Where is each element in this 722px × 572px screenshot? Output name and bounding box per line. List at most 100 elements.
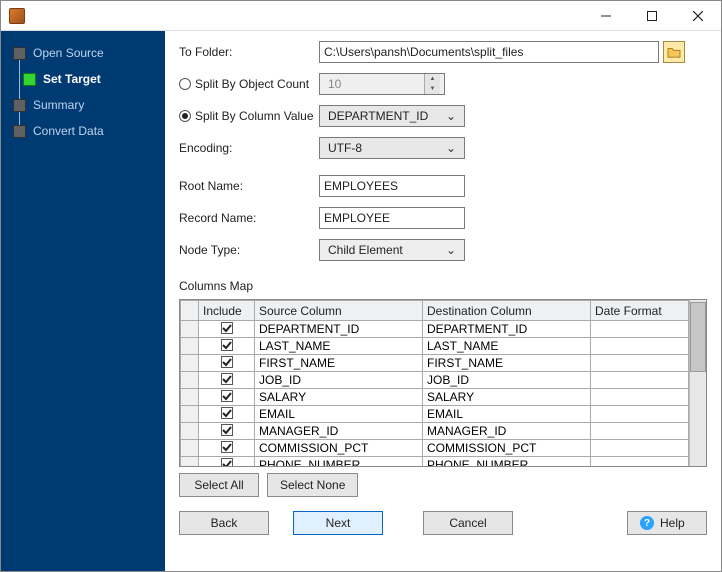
include-cell[interactable] <box>199 389 255 406</box>
node-type-select[interactable]: Child Element ⌄ <box>319 239 465 261</box>
dateformat-cell[interactable] <box>591 321 689 338</box>
source-cell[interactable]: EMAIL <box>255 406 423 423</box>
dest-cell[interactable]: COMMISSION_PCT <box>423 440 591 457</box>
dateformat-cell[interactable] <box>591 338 689 355</box>
wizard-step-convert-data[interactable]: Convert Data <box>1 119 165 143</box>
record-name-input[interactable] <box>319 207 465 229</box>
table-row[interactable]: DEPARTMENT_IDDEPARTMENT_ID <box>181 321 689 338</box>
folder-icon <box>667 46 681 58</box>
dest-cell[interactable]: MANAGER_ID <box>423 423 591 440</box>
encoding-select[interactable]: UTF-8 ⌄ <box>319 137 465 159</box>
dest-cell[interactable]: JOB_ID <box>423 372 591 389</box>
include-checkbox[interactable] <box>221 373 233 385</box>
include-cell[interactable] <box>199 338 255 355</box>
col-dest[interactable]: Destination Column <box>423 301 591 321</box>
maximize-button[interactable] <box>629 1 675 31</box>
spinner-up[interactable]: ▲ <box>425 74 440 84</box>
close-button[interactable] <box>675 1 721 31</box>
table-row[interactable]: FIRST_NAMEFIRST_NAME <box>181 355 689 372</box>
split-count-label: Split By Object Count <box>195 77 309 91</box>
source-cell[interactable]: PHONE_NUMBER <box>255 457 423 467</box>
radio-split-column[interactable] <box>179 110 191 122</box>
dest-cell[interactable]: LAST_NAME <box>423 338 591 355</box>
dateformat-cell[interactable] <box>591 355 689 372</box>
include-checkbox[interactable] <box>221 356 233 368</box>
row-header <box>181 321 199 338</box>
col-source[interactable]: Source Column <box>255 301 423 321</box>
include-cell[interactable] <box>199 423 255 440</box>
include-checkbox[interactable] <box>221 441 233 453</box>
include-cell[interactable] <box>199 321 255 338</box>
dateformat-cell[interactable] <box>591 457 689 467</box>
columns-map-table: Include Source Column Destination Column… <box>179 299 707 467</box>
cancel-button[interactable]: Cancel <box>423 511 513 535</box>
dest-cell[interactable]: EMAIL <box>423 406 591 423</box>
include-cell[interactable] <box>199 457 255 467</box>
include-checkbox[interactable] <box>221 339 233 351</box>
app-icon <box>9 8 25 24</box>
spinner-down[interactable]: ▼ <box>425 84 440 94</box>
select-none-button[interactable]: Select None <box>267 473 358 497</box>
table-row[interactable]: LAST_NAMELAST_NAME <box>181 338 689 355</box>
help-button[interactable]: ? Help <box>627 511 707 535</box>
wizard-step-set-target[interactable]: Set Target <box>1 67 165 91</box>
dest-cell[interactable]: PHONE_NUMBER <box>423 457 591 467</box>
dateformat-cell[interactable] <box>591 423 689 440</box>
table-scrollbar[interactable] <box>689 300 706 466</box>
source-cell[interactable]: SALARY <box>255 389 423 406</box>
split-column-value: DEPARTMENT_ID <box>324 109 442 123</box>
split-by-count-option[interactable]: Split By Object Count <box>179 77 319 91</box>
row-header <box>181 457 199 467</box>
table-row[interactable]: JOB_IDJOB_ID <box>181 372 689 389</box>
dateformat-cell[interactable] <box>591 389 689 406</box>
dest-cell[interactable]: FIRST_NAME <box>423 355 591 372</box>
source-cell[interactable]: LAST_NAME <box>255 338 423 355</box>
back-button[interactable]: Back <box>179 511 269 535</box>
include-checkbox[interactable] <box>221 458 233 466</box>
minimize-button[interactable] <box>583 1 629 31</box>
table-row[interactable]: SALARYSALARY <box>181 389 689 406</box>
include-checkbox[interactable] <box>221 407 233 419</box>
radio-split-count[interactable] <box>179 78 191 90</box>
table-row[interactable]: PHONE_NUMBERPHONE_NUMBER <box>181 457 689 467</box>
include-cell[interactable] <box>199 355 255 372</box>
to-folder-input[interactable] <box>319 41 659 63</box>
chevron-down-icon: ⌄ <box>442 109 460 123</box>
browse-button[interactable] <box>663 41 685 63</box>
root-name-input[interactable] <box>319 175 465 197</box>
include-checkbox[interactable] <box>221 390 233 402</box>
table-row[interactable]: MANAGER_IDMANAGER_ID <box>181 423 689 440</box>
dateformat-cell[interactable] <box>591 406 689 423</box>
include-cell[interactable] <box>199 440 255 457</box>
row-header <box>181 406 199 423</box>
record-name-label: Record Name: <box>179 211 319 225</box>
source-cell[interactable]: COMMISSION_PCT <box>255 440 423 457</box>
split-column-select[interactable]: DEPARTMENT_ID ⌄ <box>319 105 465 127</box>
include-checkbox[interactable] <box>221 322 233 334</box>
col-include[interactable]: Include <box>199 301 255 321</box>
dest-cell[interactable]: DEPARTMENT_ID <box>423 321 591 338</box>
source-cell[interactable]: FIRST_NAME <box>255 355 423 372</box>
dateformat-cell[interactable] <box>591 372 689 389</box>
help-label: Help <box>660 516 685 530</box>
object-count-spinner[interactable]: 10 ▲▼ <box>319 73 445 95</box>
dest-cell[interactable]: SALARY <box>423 389 591 406</box>
wizard-step-open-source[interactable]: Open Source <box>1 41 165 65</box>
scrollbar-thumb[interactable] <box>690 302 706 372</box>
select-all-button[interactable]: Select All <box>179 473 259 497</box>
next-button[interactable]: Next <box>293 511 383 535</box>
source-cell[interactable]: MANAGER_ID <box>255 423 423 440</box>
table-row[interactable]: COMMISSION_PCTCOMMISSION_PCT <box>181 440 689 457</box>
include-cell[interactable] <box>199 406 255 423</box>
dateformat-cell[interactable] <box>591 440 689 457</box>
table-row[interactable]: EMAILEMAIL <box>181 406 689 423</box>
col-dateformat[interactable]: Date Format <box>591 301 689 321</box>
include-checkbox[interactable] <box>221 424 233 436</box>
include-cell[interactable] <box>199 372 255 389</box>
columns-map-title: Columns Map <box>179 279 707 293</box>
source-cell[interactable]: DEPARTMENT_ID <box>255 321 423 338</box>
wizard-step-summary[interactable]: Summary <box>1 93 165 117</box>
row-header <box>181 389 199 406</box>
source-cell[interactable]: JOB_ID <box>255 372 423 389</box>
split-by-column-option[interactable]: Split By Column Value <box>179 109 319 123</box>
